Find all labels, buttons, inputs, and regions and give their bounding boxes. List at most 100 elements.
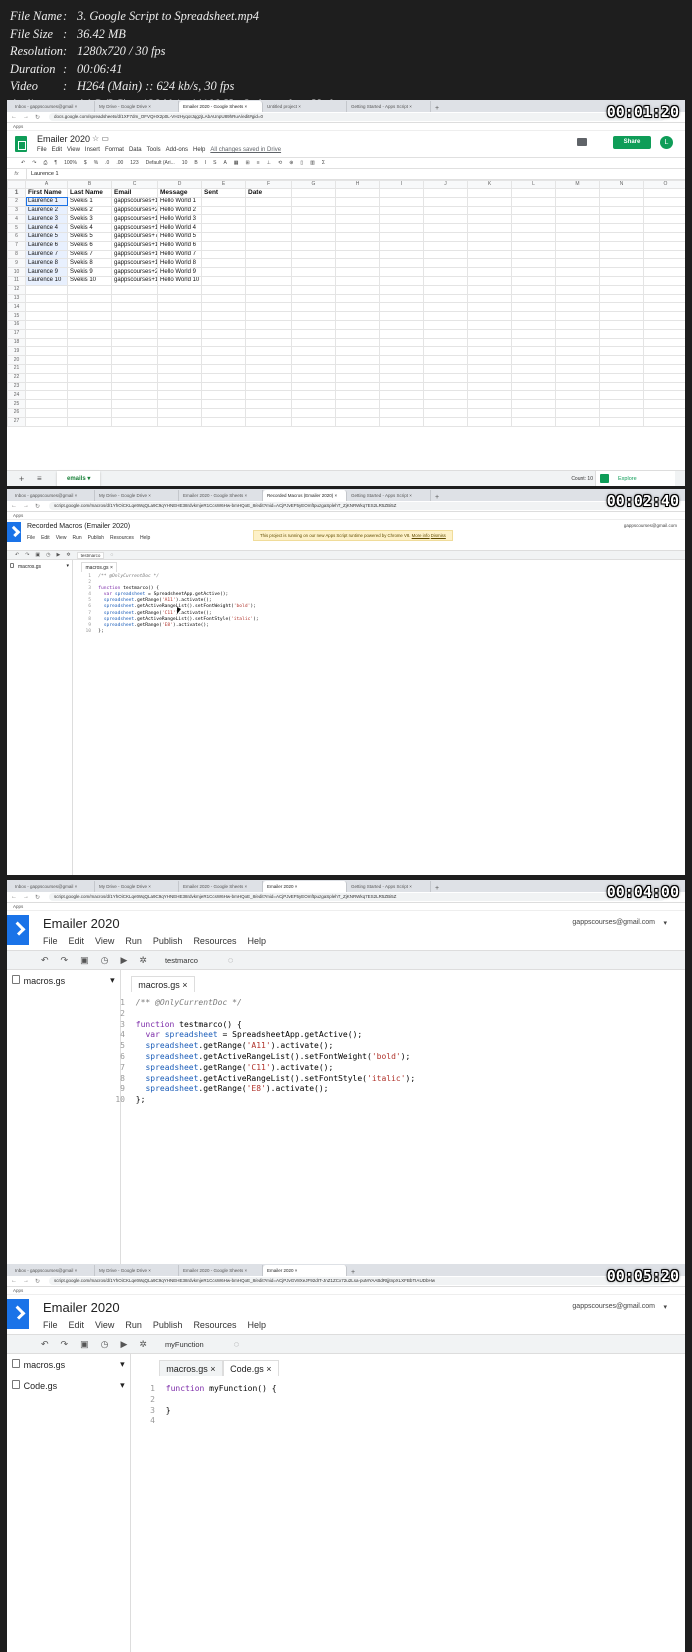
bookmarks-bar[interactable]: Apps <box>7 1287 685 1295</box>
column-header[interactable]: O <box>643 180 685 189</box>
cell[interactable] <box>555 293 600 304</box>
document-title[interactable]: Emailer 2020 <box>37 134 90 144</box>
cell[interactable] <box>335 407 380 418</box>
debug-icon[interactable]: ✲ <box>139 1339 147 1350</box>
cell[interactable] <box>245 223 292 233</box>
cell[interactable] <box>335 240 380 251</box>
row-header[interactable]: 6 <box>7 231 26 242</box>
cell[interactable] <box>423 258 468 269</box>
cell[interactable] <box>423 214 468 225</box>
cell[interactable] <box>201 363 246 374</box>
cell[interactable] <box>157 328 202 339</box>
cell[interactable] <box>201 407 246 418</box>
cell[interactable] <box>511 214 556 225</box>
row-header[interactable]: 12 <box>7 284 26 295</box>
cell[interactable]: Laurence 6 <box>25 240 68 251</box>
cell[interactable] <box>599 416 644 427</box>
cell[interactable]: Laurence 9 <box>25 267 68 277</box>
cell[interactable] <box>511 372 556 383</box>
cell[interactable] <box>111 311 158 321</box>
browser-tab[interactable]: Getting Started - Apps Script × <box>347 490 431 501</box>
menu-item-view[interactable]: View <box>67 147 80 153</box>
menu-item-data[interactable]: Data <box>129 147 142 153</box>
cell[interactable] <box>511 302 556 313</box>
cell[interactable] <box>511 363 556 374</box>
function-select[interactable]: testmarco <box>159 955 216 966</box>
cell[interactable] <box>423 390 468 401</box>
cell[interactable] <box>245 205 292 216</box>
cell[interactable] <box>335 399 380 409</box>
browser-tab[interactable]: Emailer 2020 - Google Sheets × <box>179 490 263 501</box>
cell[interactable]: gappscourses+1 <box>111 196 158 207</box>
toolbar-icon[interactable]: ▥ <box>310 160 315 166</box>
cell[interactable] <box>245 416 292 427</box>
cell[interactable] <box>335 346 380 357</box>
cell[interactable] <box>511 399 556 409</box>
cell[interactable] <box>467 407 512 418</box>
cell[interactable] <box>599 363 644 374</box>
row-header[interactable]: 3 <box>7 205 26 216</box>
cell[interactable] <box>291 188 336 198</box>
cell[interactable] <box>335 188 380 198</box>
cell[interactable] <box>599 390 644 401</box>
reload-icon[interactable]: ↻ <box>35 503 43 510</box>
cell[interactable] <box>67 355 112 365</box>
cell[interactable] <box>511 249 556 260</box>
cell[interactable] <box>335 302 380 313</box>
browser-tab[interactable]: Emailer 2020 × <box>263 1265 347 1276</box>
cell[interactable] <box>643 355 685 365</box>
menu-item-edit[interactable]: Edit <box>52 147 62 153</box>
cell[interactable] <box>335 372 380 383</box>
dismiss-link[interactable]: Dismiss <box>431 533 446 538</box>
cell[interactable] <box>467 355 512 365</box>
print-icon[interactable]: ⎙ <box>43 160 47 166</box>
cell[interactable] <box>555 223 600 233</box>
browser-tab[interactable]: Getting Started - Apps Script × <box>347 101 431 112</box>
cell[interactable] <box>511 346 556 357</box>
cell[interactable] <box>511 284 556 295</box>
cell[interactable] <box>379 355 424 365</box>
cell[interactable] <box>379 302 424 313</box>
cell[interactable] <box>291 302 336 313</box>
column-header[interactable]: N <box>599 180 644 189</box>
url-field[interactable]: docs.google.com/spreadsheets/d/1XF7dm_OF… <box>49 113 665 121</box>
cell[interactable]: Hello World 7 <box>157 249 202 260</box>
cell[interactable] <box>111 399 158 409</box>
menu-item-publish[interactable]: Publish <box>88 535 104 541</box>
cell[interactable] <box>157 407 202 418</box>
cell[interactable] <box>25 311 68 321</box>
cell[interactable] <box>157 363 202 374</box>
column-header[interactable]: M <box>555 180 600 189</box>
cell[interactable] <box>555 275 600 286</box>
cell[interactable] <box>157 284 202 295</box>
cell[interactable] <box>379 390 424 401</box>
row-header[interactable]: 13 <box>7 293 26 304</box>
cell[interactable] <box>467 302 512 313</box>
cell[interactable] <box>467 363 512 374</box>
url-field[interactable]: script.google.com/macros/d/1YhOiCKLqetWq… <box>49 1277 665 1285</box>
browser-tab[interactable]: Inbox - gappscourses@gmail × <box>11 881 95 892</box>
cell[interactable] <box>335 319 380 330</box>
cell[interactable] <box>643 390 685 401</box>
run-icon[interactable]: ▶ <box>57 552 61 558</box>
menu-item-file[interactable]: File <box>43 1320 58 1330</box>
menu-item-run[interactable]: Run <box>72 535 81 541</box>
cell[interactable] <box>291 231 336 242</box>
cell[interactable] <box>201 240 246 251</box>
cell[interactable] <box>201 390 246 401</box>
cell[interactable] <box>245 390 292 401</box>
cell[interactable] <box>643 293 685 304</box>
cell[interactable] <box>467 275 512 286</box>
cell[interactable]: Laurence 5 <box>25 231 68 242</box>
cell[interactable] <box>335 293 380 304</box>
editor-tab[interactable]: macros.gs × <box>81 562 118 572</box>
cell[interactable] <box>467 328 512 339</box>
user-email[interactable]: gappscourses@gmail.com <box>572 1303 655 1310</box>
formula-input[interactable]: Laurence 1 <box>27 171 59 177</box>
menu-item-edit[interactable]: Edit <box>69 1320 85 1330</box>
toolbar-icon[interactable]: ⊥ <box>267 160 271 166</box>
menu-item-run[interactable]: Run <box>125 1320 142 1330</box>
cell[interactable] <box>511 328 556 339</box>
trigger-icon[interactable]: ◷ <box>46 552 50 558</box>
cell[interactable] <box>111 284 158 295</box>
